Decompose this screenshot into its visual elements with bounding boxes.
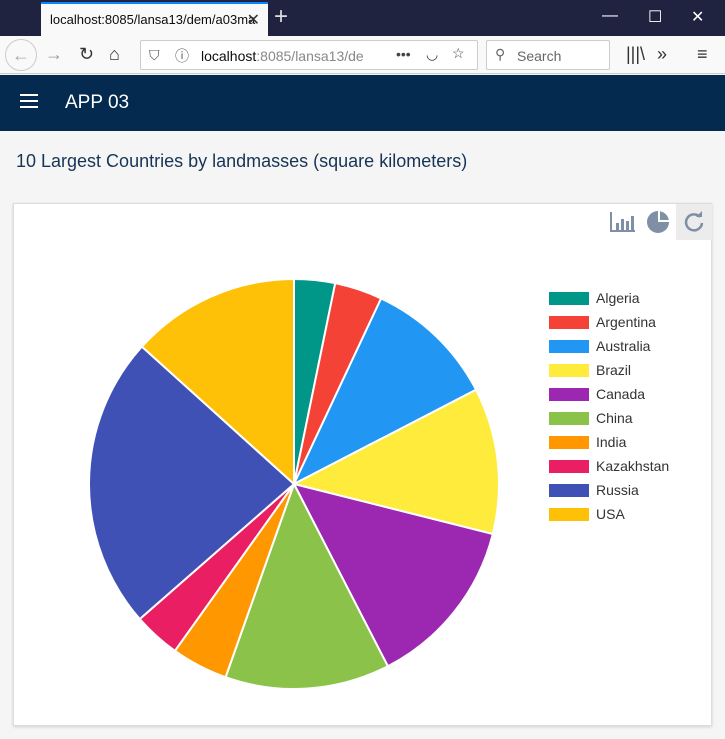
legend-swatch [549,435,589,449]
url-bar[interactable]: ⛉ ⓘ localhost:8085/lansa13/de ••• ◡ ☆ [140,40,478,70]
refresh-button[interactable] [676,204,712,240]
shield-icon: ⛉ [149,47,160,63]
legend-item[interactable]: Russia [549,478,669,502]
home-icon[interactable]: ⌂ [109,44,120,65]
browser-toolbar: ← → ↻ ⌂ ⛉ ⓘ localhost:8085/lansa13/de ••… [0,36,725,74]
legend-label: Australia [596,338,651,354]
app-title: APP 03 [65,92,130,113]
legend-label: Kazakhstan [596,458,670,474]
legend-item[interactable]: Australia [549,334,669,358]
back-icon[interactable]: ← [5,39,37,71]
legend-item[interactable]: Kazakhstan [549,454,669,478]
pie-chart [88,277,500,690]
legend-swatch [549,459,589,473]
legend-swatch [549,315,589,329]
tab-title: localhost:8085/lansa13/dem/a03ma [50,12,256,27]
chart-card: Algeria Argentina Australia Brazil Canada Chi… [13,203,712,726]
pie-chart-icon[interactable] [640,204,676,240]
info-icon[interactable]: ⓘ [175,46,189,66]
minimize-icon[interactable]: — [602,7,618,25]
legend-label: Brazil [596,362,632,378]
legend-swatch [549,291,589,305]
legend-swatch [549,483,589,497]
legend-label: Argentina [596,314,656,330]
new-tab-icon[interactable]: + [274,3,288,31]
legend-label: China [596,410,633,426]
legend-label: Canada [596,386,646,402]
legend-swatch [549,411,589,425]
legend-label: Russia [596,482,639,498]
legend-item[interactable]: USA [549,502,669,526]
browser-tab[interactable]: localhost:8085/lansa13/dem/a03ma ✕ [41,2,268,36]
search-input[interactable]: ⚲ Search [486,40,610,70]
legend-swatch [549,507,589,521]
search-placeholder: Search [517,48,562,64]
legend-swatch [549,363,589,377]
legend-item[interactable]: Argentina [549,310,669,334]
legend-label: India [596,434,627,450]
close-window-icon[interactable]: ✕ [691,7,704,27]
pocket-icon[interactable]: ◡ [426,46,438,63]
overflow-chevron-icon[interactable]: » [657,44,667,65]
menu-icon[interactable]: ≡ [697,44,708,65]
library-icon[interactable]: |||\ [626,44,645,65]
legend-item[interactable]: Brazil [549,358,669,382]
chart-legend: Algeria Argentina Australia Brazil Canada Chi… [549,286,669,526]
legend-item[interactable]: China [549,406,669,430]
reload-icon[interactable]: ↻ [79,44,94,65]
legend-item[interactable]: Algeria [549,286,669,310]
url-host: localhost [201,48,257,64]
url-path: :8085/lansa13/de [256,48,364,64]
legend-item[interactable]: India [549,430,669,454]
close-tab-icon[interactable]: ✕ [247,10,260,30]
legend-label: Algeria [596,290,640,306]
browser-titlebar: localhost:8085/lansa13/dem/a03ma ✕ + — ☐ … [0,0,725,36]
more-icon[interactable]: ••• [396,46,411,62]
legend-item[interactable]: Canada [549,382,669,406]
bookmark-star-icon[interactable]: ☆ [452,45,465,62]
page-title: 10 Largest Countries by landmasses (squa… [16,151,468,171]
forward-icon[interactable]: → [45,44,63,65]
hamburger-menu-icon[interactable] [20,94,38,108]
maximize-icon[interactable]: ☐ [648,7,662,27]
app-header: APP 03 [0,75,725,131]
legend-swatch [549,387,589,401]
search-icon: ⚲ [495,46,506,62]
bar-chart-icon[interactable] [605,204,641,240]
legend-label: USA [596,506,625,522]
legend-swatch [549,339,589,353]
refresh-icon [684,211,704,232]
